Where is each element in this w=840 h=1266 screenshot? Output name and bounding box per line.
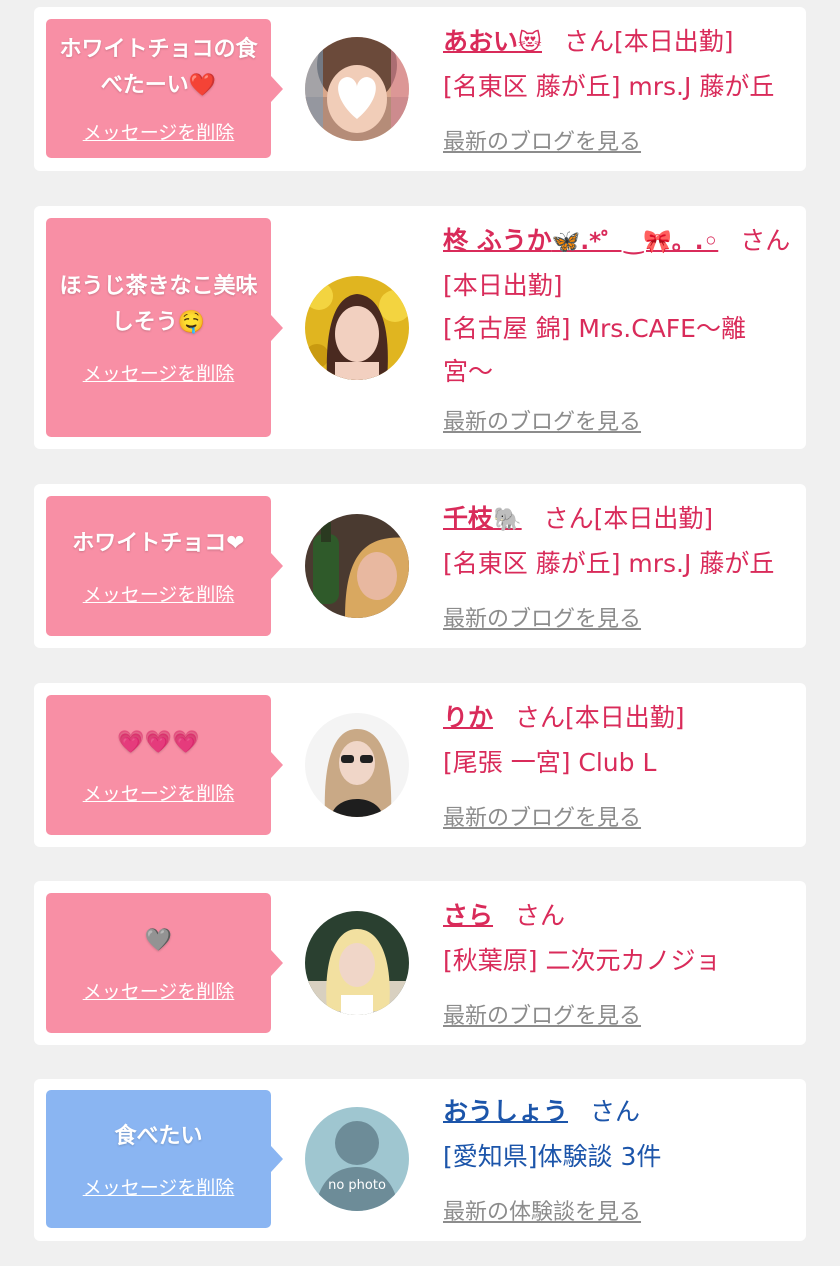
delete-message-link[interactable]: メッセージを削除 [83,1173,235,1200]
latest-blog-link[interactable]: 最新のブログを見る [443,124,641,156]
delete-message-link[interactable]: メッセージを削除 [83,359,235,386]
avatar[interactable] [305,514,409,618]
latest-blog-link[interactable]: 最新のブログを見る [443,800,641,832]
shop-text: [名東区 藤が丘] mrs.J 藤が丘 [443,72,775,101]
avatar[interactable]: no photo [305,1107,409,1211]
avatar[interactable] [305,713,409,817]
member-name-link[interactable]: りか [443,703,493,732]
message-bubble: 💗💗💗 メッセージを削除 [46,695,283,835]
status-text: さん[本日出勤] [543,504,714,533]
shop-text: [尾張 一宮] Club L [443,748,657,777]
member-name-link[interactable]: あおい😻 [443,27,542,56]
status-text: さん[本日出勤] [564,27,734,56]
message-text: 💗💗💗 [117,729,200,755]
delete-message-link[interactable]: メッセージを削除 [83,779,235,806]
message-bubble: ほうじ茶きなこ美味しそう🤤 メッセージを削除 [46,218,283,437]
list-item: ホワイトチョコ❤ メッセージを削除 千枝🐘 さん[本日出勤] [名東区 藤が丘] … [34,484,806,648]
member-info: 柊 ふうか🦋.*゜‿🎀。.◦ さん[本日出勤] [名古屋 錦] Mrs.CAFE〜… [443,219,792,435]
list-item: 食べたい メッセージを削除 no photo おうしょう さん [愛知県]体験談 … [34,1079,806,1241]
latest-blog-link[interactable]: 最新のブログを見る [443,404,641,436]
status-text: さん [590,1097,641,1126]
avatar[interactable] [305,37,409,141]
avatar[interactable] [305,911,409,1015]
message-bubble: 🩶 メッセージを削除 [46,893,283,1033]
member-name-link[interactable]: おうしょう [443,1097,568,1126]
message-text: ホワイトチョコの食べたーい❤️ [59,37,258,98]
latest-blog-link[interactable]: 最新のブログを見る [443,601,641,633]
message-text: ほうじ茶きなこ美味しそう🤤 [59,274,258,335]
member-info: さら さん [秋葉原] 二次元カノジョ 最新のブログを見る [443,894,792,1029]
delete-message-link[interactable]: メッセージを削除 [83,118,235,145]
member-info: おうしょう さん [愛知県]体験談 3件 最新の体験談を見る [443,1090,792,1225]
message-bubble: ホワイトチョコの食べたーい❤️ メッセージを削除 [46,19,283,158]
list-item: 🩶 メッセージを削除 さら さん [秋葉原] 二次元カノジョ 最新のブログを見る [34,881,806,1045]
message-bubble: 食べたい メッセージを削除 [46,1090,283,1228]
avatar[interactable] [305,276,409,380]
no-photo-label: no photo [328,1178,386,1193]
member-name-link[interactable]: 柊 ふうか🦋.*゜‿🎀。.◦ [443,226,718,255]
member-info: あおい😻 さん[本日出勤] [名東区 藤が丘] mrs.J 藤が丘 最新のブログを… [443,20,792,155]
shop-text: [秋葉原] 二次元カノジョ [443,946,721,975]
delete-message-link[interactable]: メッセージを削除 [83,580,235,607]
list-item: ほうじ茶きなこ美味しそう🤤 メッセージを削除 柊 ふうか🦋.*゜‿🎀。.◦ さん[… [34,206,806,449]
member-name-link[interactable]: さら [443,901,493,930]
list-item: ホワイトチョコの食べたーい❤️ メッセージを削除 あおい😻 さん[本日出勤] [名… [34,7,806,171]
status-text: さん[本日出勤] [515,703,685,732]
favorites-message-list: ホワイトチョコの食べたーい❤️ メッセージを削除 あおい😻 さん[本日出勤] [名… [0,0,840,1266]
latest-review-link[interactable]: 最新の体験談を見る [443,1194,641,1226]
experience-count-text: [愛知県]体験談 3件 [443,1142,662,1171]
shop-text: [名東区 藤が丘] mrs.J 藤が丘 [443,549,775,578]
latest-blog-link[interactable]: 最新のブログを見る [443,998,641,1030]
list-item: 💗💗💗 メッセージを削除 りか さん[本日出勤] [尾張 一宮] Club L 最… [34,683,806,847]
status-text: さん [515,901,566,930]
member-info: りか さん[本日出勤] [尾張 一宮] Club L 最新のブログを見る [443,696,792,831]
message-text: ホワイトチョコ❤ [72,530,245,556]
delete-message-link[interactable]: メッセージを削除 [83,977,235,1004]
message-text: 食べたい [114,1123,203,1149]
member-info: 千枝🐘 さん[本日出勤] [名東区 藤が丘] mrs.J 藤が丘 最新のブログを見… [443,497,792,632]
message-bubble: ホワイトチョコ❤ メッセージを削除 [46,496,283,636]
shop-text: [名古屋 錦] Mrs.CAFE〜離宮〜 [443,314,746,386]
member-name-link[interactable]: 千枝🐘 [443,504,522,533]
message-text: 🩶 [144,927,173,953]
